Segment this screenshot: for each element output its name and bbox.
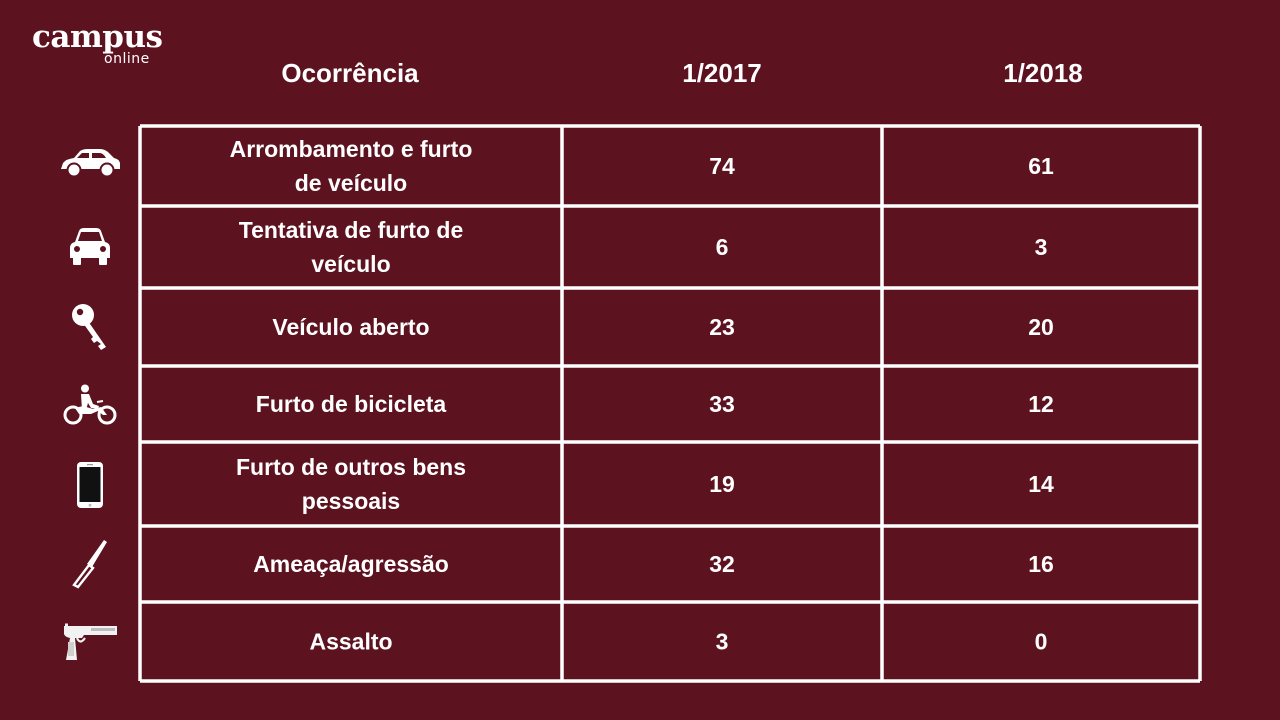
row-label-line: Veículo aberto: [272, 314, 429, 340]
row-label-line: Tentativa de furto de: [239, 217, 464, 243]
campus-online-logo: campus online: [32, 19, 163, 67]
table-row: Furto de bicicleta 33 12: [256, 391, 1054, 417]
row-label: Ameaça/agressão: [253, 551, 449, 577]
value-2017: 33: [709, 391, 735, 417]
table-row: Veículo aberto 23 20: [272, 314, 1053, 340]
value-2018: 16: [1028, 551, 1054, 577]
row-label: Veículo aberto: [272, 314, 429, 340]
column-header-2018: 1/2018: [1003, 58, 1083, 88]
value-2018: 14: [1028, 471, 1054, 497]
column-header-2017: 1/2017: [682, 58, 762, 88]
pistol-icon: [50, 602, 130, 682]
row-label-line: Arrombamento e furto: [230, 136, 473, 162]
value-2017: 3: [716, 629, 729, 655]
value-2018: 20: [1028, 314, 1054, 340]
value-2018: 0: [1035, 629, 1048, 655]
row-label-line: Furto de bicicleta: [256, 391, 447, 417]
row-label: Tentativa de furto de veículo: [239, 217, 464, 277]
table-row: Arrombamento e furto de veículo 74 61: [230, 136, 1054, 196]
table-row: Assalto 3 0: [309, 629, 1047, 655]
table-row: Furto de outros bens pessoais 19 14: [236, 454, 1054, 514]
motorcycle-icon: [50, 368, 130, 442]
row-label-line: Furto de outros bens: [236, 454, 466, 480]
value-2017: 19: [709, 471, 735, 497]
value-2018: 61: [1028, 153, 1054, 179]
row-label: Furto de outros bens pessoais: [236, 454, 466, 514]
row-label-line: Ameaça/agressão: [253, 551, 449, 577]
occurrence-table: Arrombamento e furto de veículo 74 61 Tentat…: [138, 124, 1202, 683]
value-2018: 3: [1035, 234, 1048, 260]
value-2018: 12: [1028, 391, 1054, 417]
smartphone-icon: [50, 444, 130, 526]
row-label: Assalto: [309, 629, 392, 655]
table-row: Ameaça/agressão 32 16: [253, 551, 1054, 577]
row-label-line: pessoais: [302, 488, 400, 514]
value-2017: 6: [716, 234, 729, 260]
row-label-line: veículo: [311, 251, 390, 277]
row-label: Furto de bicicleta: [256, 391, 447, 417]
knife-icon: [50, 528, 130, 600]
value-2017: 74: [709, 153, 735, 179]
value-2017: 32: [709, 551, 735, 577]
car-side-icon: [50, 124, 130, 204]
table-row: Tentativa de furto de veículo 6 3: [239, 217, 1048, 277]
key-icon: [50, 288, 130, 366]
row-label-line: Assalto: [309, 629, 392, 655]
value-2017: 23: [709, 314, 735, 340]
column-header-ocorrencia: Ocorrência: [281, 58, 419, 88]
row-label: Arrombamento e furto de veículo: [230, 136, 473, 196]
logo-wordmark: campus: [32, 19, 163, 55]
row-label-line: de veículo: [295, 170, 407, 196]
car-front-icon: [50, 206, 130, 286]
